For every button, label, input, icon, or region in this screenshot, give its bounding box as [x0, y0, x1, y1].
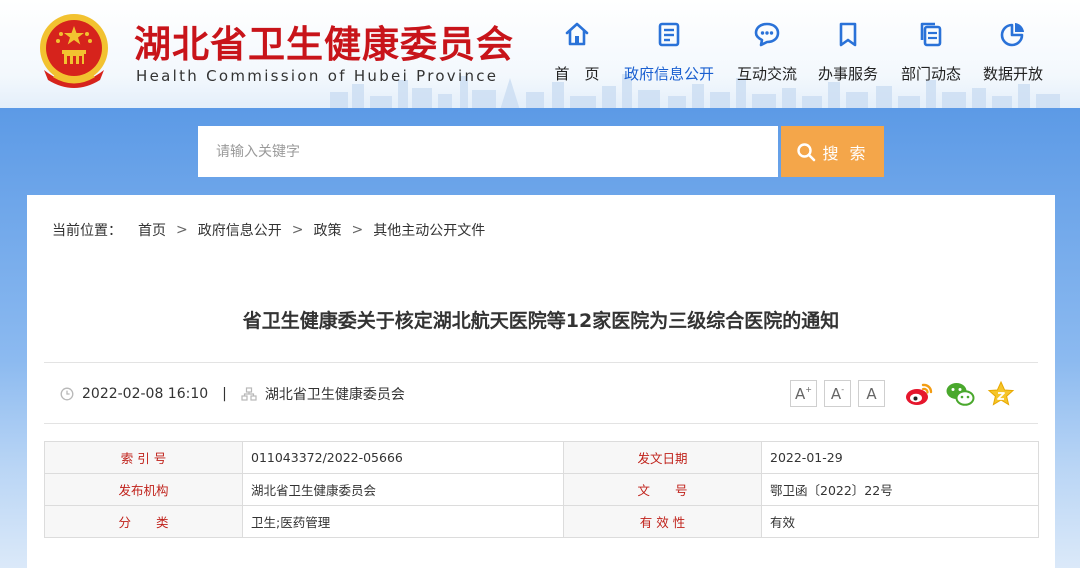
meta-separator: | [222, 386, 227, 402]
info-value: 2022-01-29 [761, 441, 1039, 474]
search-button[interactable]: 搜 索 [781, 126, 884, 177]
breadcrumb-home[interactable]: 首页 [138, 220, 166, 240]
wechat-icon[interactable] [945, 379, 975, 409]
breadcrumb-gov-info[interactable]: 政府信息公开 [198, 220, 282, 240]
table-row: 发布机构 湖北省卫生健康委员会 文 号 鄂卫函〔2022〕22号 [44, 473, 1039, 506]
nav-label: 数据开放 [982, 65, 1043, 83]
breadcrumb-separator: > [291, 222, 304, 238]
copy-document-icon [920, 22, 942, 47]
article-source: 湖北省卫生健康委员会 [264, 387, 405, 403]
national-emblem-icon [40, 14, 108, 88]
document-info-table: 索 引 号 011043372/2022-05666 发文日期 2022-01-… [44, 441, 1039, 538]
info-value: 卫生;医药管理 [242, 505, 564, 538]
font-reset-button[interactable]: A [858, 380, 885, 407]
site-title-chinese: 湖北省卫生健康委员会 [134, 22, 514, 66]
font-button-label: A [830, 384, 842, 403]
bookmark-icon [839, 22, 857, 47]
info-key: 文 号 [563, 473, 762, 506]
organization-icon [241, 387, 257, 401]
breadcrumb-lead: 当前位置： [52, 223, 122, 239]
nav-services[interactable]: 办事服务 [803, 20, 893, 84]
font-decrease-button[interactable]: A- [824, 380, 851, 407]
info-key: 索 引 号 [44, 441, 243, 474]
divider [44, 423, 1038, 424]
article-title: 省卫生健康委关于核定湖北航天医院等12家医院为三级综合医院的通知 [242, 310, 840, 332]
search-button-label: 搜 索 [822, 143, 869, 163]
breadcrumb-separator: > [351, 222, 364, 238]
nav-gov-info[interactable]: 政府信息公开 [624, 20, 714, 84]
site-title-english: Health Commission of Hubei Province [136, 67, 499, 85]
info-value: 011043372/2022-05666 [242, 441, 564, 474]
breadcrumb-separator: > [176, 222, 188, 238]
info-key: 发文日期 [563, 441, 762, 474]
search-icon [797, 142, 816, 161]
font-increase-button[interactable]: A + [790, 380, 817, 407]
weibo-icon[interactable] [904, 379, 934, 409]
clock-icon [60, 387, 74, 401]
site-header: 湖北省卫生健康委员会 Health Commission of Hubei Pr… [0, 0, 1080, 108]
home-icon [565, 22, 589, 46]
info-value: 鄂卫函〔2022〕22号 [761, 473, 1039, 506]
publish-datetime: 2022-02-08 16:10 [82, 386, 209, 402]
table-row: 分 类 卫生;医药管理 有 效 性 有效 [44, 505, 1039, 538]
info-value: 湖北省卫生健康委员会 [242, 473, 564, 506]
info-key: 分 类 [44, 505, 243, 538]
font-button-sup: - [841, 384, 845, 394]
nav-label: 互动交流 [736, 65, 797, 83]
breadcrumb-other-files[interactable]: 其他主动公开文件 [373, 220, 485, 240]
article-meta: 2022-02-08 16:10 | 湖北省卫生健康委员会 [60, 384, 405, 404]
font-button-label: A [795, 384, 806, 403]
chat-bubble-icon [754, 22, 780, 47]
favorite-star-icon[interactable] [986, 379, 1016, 409]
nav-label: 部门动态 [900, 65, 961, 83]
nav-open-data[interactable]: 数据开放 [968, 20, 1058, 84]
document-list-icon [658, 22, 680, 47]
pie-chart-icon [1000, 23, 1024, 47]
info-key: 有 效 性 [563, 505, 762, 538]
info-key: 发布机构 [44, 473, 243, 506]
nav-label: 首 页 [554, 65, 600, 83]
font-button-label: A [866, 384, 877, 403]
info-value: 有效 [761, 505, 1039, 538]
table-row: 索 引 号 011043372/2022-05666 发文日期 2022-01-… [44, 441, 1039, 474]
breadcrumb: 当前位置： 首页 > 政府信息公开 > 政策 > 其他主动公开文件 [52, 220, 485, 240]
breadcrumb-policy[interactable]: 政策 [313, 220, 341, 240]
font-button-sup: + [805, 384, 812, 394]
nav-dept-news[interactable]: 部门动态 [886, 20, 976, 84]
nav-home[interactable]: 首 页 [532, 20, 622, 84]
divider [44, 362, 1038, 363]
nav-label: 政府信息公开 [624, 65, 715, 83]
nav-interaction[interactable]: 互动交流 [722, 20, 812, 84]
nav-label: 办事服务 [817, 65, 878, 83]
search-input[interactable] [198, 126, 778, 177]
